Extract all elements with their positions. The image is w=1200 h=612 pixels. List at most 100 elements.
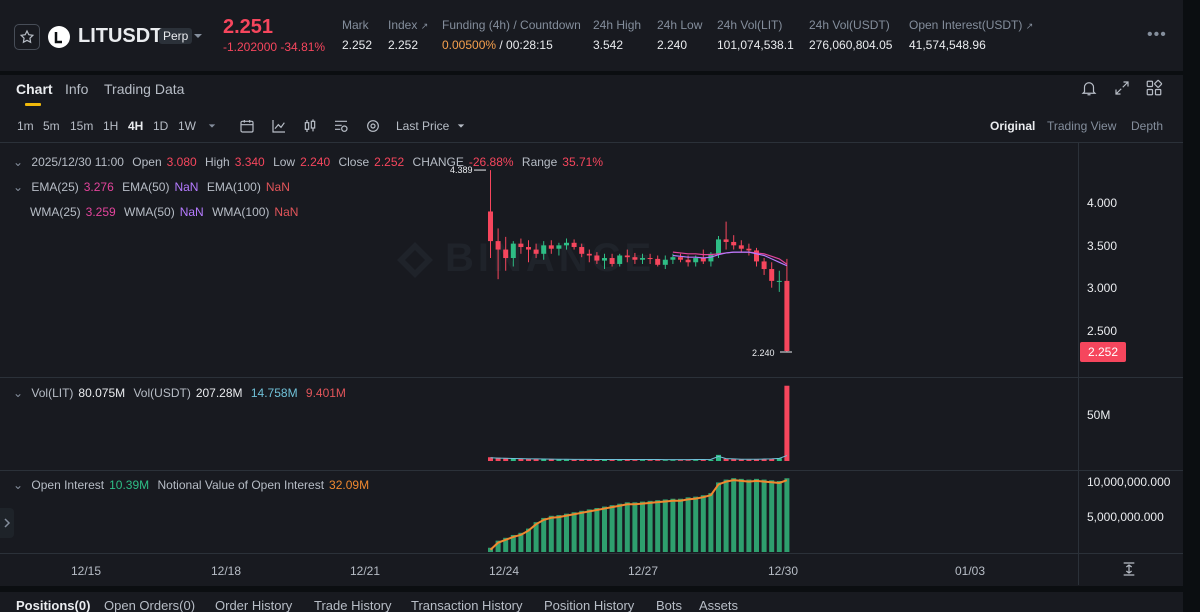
interval-1d[interactable]: 1D	[153, 119, 168, 133]
tab-bots[interactable]: Bots	[656, 598, 682, 612]
symbol-name[interactable]: LITUSDT	[78, 25, 162, 48]
open-interest-bar	[586, 509, 592, 552]
interval-1h[interactable]: 1H	[103, 119, 118, 133]
open-interest-bar	[769, 480, 775, 552]
interval-15m[interactable]: 15m	[70, 119, 93, 133]
candle-body	[693, 258, 699, 263]
tab-position-history[interactable]: Position History	[544, 598, 634, 612]
tab-trade-history[interactable]: Trade History	[314, 598, 392, 612]
tab-chart[interactable]: Chart	[16, 81, 53, 97]
interval-1m[interactable]: 1m	[17, 119, 34, 133]
time-axis-label: 12/15	[71, 564, 102, 578]
stat-value: 2.240	[657, 38, 688, 52]
high-marker-label: 4.389	[450, 165, 473, 175]
token-logo-icon	[48, 26, 70, 48]
collapse-chevron-icon: ⌄	[13, 478, 24, 492]
open-interest-bar	[708, 493, 714, 552]
wma-legend[interactable]: WMA(25) 3.259 WMA(50) NaN WMA(100) NaN	[30, 205, 303, 219]
volume-bar	[609, 460, 615, 461]
candle-body	[716, 239, 721, 254]
open-interest-bar	[670, 498, 676, 552]
candle-body	[556, 245, 562, 249]
bell-icon[interactable]	[1080, 79, 1098, 97]
collapse-chevron-icon: ⌄	[13, 180, 24, 194]
view-depth[interactable]: Depth	[1131, 119, 1163, 133]
view-trading-view[interactable]: Trading View	[1047, 119, 1116, 133]
side-collapse-handle[interactable]	[0, 508, 14, 538]
volume-bar	[548, 459, 554, 461]
legend-low: 2.240	[300, 155, 331, 169]
open-interest-bar	[632, 502, 638, 552]
tab-trading-data[interactable]: Trading Data	[104, 81, 184, 97]
tab-info[interactable]: Info	[65, 81, 88, 97]
open-interest-bar	[685, 497, 691, 552]
candlestick-icon[interactable]	[302, 118, 318, 134]
stat-label: 24h Low	[657, 18, 703, 32]
expand-icon[interactable]	[1113, 79, 1131, 97]
wma50-value: NaN	[179, 205, 204, 219]
candle-body	[609, 258, 615, 264]
settings-icon[interactable]	[365, 118, 381, 134]
stat-label: Mark	[342, 18, 369, 32]
volume-bar	[624, 460, 630, 461]
stat-open-interest[interactable]: Open Interest(USDT) ↗ 41,574,548.96	[909, 18, 1033, 52]
candle-body	[784, 280, 790, 351]
open-interest-legend[interactable]: ⌄ Open Interest 10.39M Notional Value of …	[13, 478, 374, 492]
price-type-select[interactable]: Last Price	[396, 119, 465, 133]
interval-dropdown-icon[interactable]	[208, 119, 216, 133]
line-chart-icon[interactable]	[271, 118, 287, 134]
candle-body	[495, 241, 501, 250]
ema50-value: NaN	[174, 180, 199, 194]
volume-legend[interactable]: ⌄ Vol(LIT) 80.075M Vol(USDT) 207.28M 14.75…	[13, 386, 351, 400]
time-axis-label: 12/30	[768, 564, 799, 578]
legend-label: Close	[338, 155, 370, 169]
contract-type-badge: Perp	[159, 28, 193, 44]
indicator-settings-icon[interactable]	[333, 118, 349, 134]
vol-usdt-value: 207.28M	[195, 386, 243, 400]
ema25-value: 3.276	[83, 180, 114, 194]
fit-content-icon[interactable]	[1121, 561, 1137, 582]
volume-bar	[602, 459, 607, 461]
tab-positions[interactable]: Positions(0)	[16, 598, 90, 612]
interval-1w[interactable]: 1W	[178, 119, 196, 133]
tab-transaction-history[interactable]: Transaction History	[411, 598, 523, 612]
legend-close: 2.252	[374, 155, 405, 169]
stat-label: 24h High	[593, 18, 642, 32]
view-original[interactable]: Original	[990, 119, 1035, 133]
symbol-dropdown-caret-icon[interactable]	[193, 28, 203, 46]
legend-label: Vol(USDT)	[133, 386, 191, 400]
volume-bar	[754, 459, 759, 461]
calendar-icon[interactable]	[239, 118, 255, 134]
legend-label: WMA(100)	[212, 205, 270, 219]
price-axis-label: 3.500	[1087, 239, 1118, 253]
legend-label: Range	[521, 155, 558, 169]
volume-bar	[571, 459, 577, 461]
tab-assets[interactable]: Assets	[699, 598, 738, 612]
favorite-star-icon[interactable]	[14, 24, 40, 50]
volume-bar	[746, 459, 752, 461]
candle-body	[754, 250, 759, 262]
legend-label: High	[205, 155, 230, 169]
wma25-value: 3.259	[85, 205, 116, 219]
volume-bar	[738, 459, 744, 461]
candle-body	[761, 261, 767, 270]
ema-legend[interactable]: ⌄ EMA(25) 3.276 EMA(50) NaN EMA(100) NaN	[13, 180, 295, 194]
stat-value: 41,574,548.96	[909, 38, 986, 52]
vol-ma2-value: 9.401M	[305, 386, 346, 400]
stat-value: 2.252	[388, 38, 419, 52]
oi-axis-label: 10,000,000.000	[1087, 475, 1171, 489]
layout-grid-icon[interactable]	[1145, 79, 1163, 97]
open-interest-bar	[548, 515, 554, 552]
open-interest-bar	[541, 517, 547, 552]
ema100-value: NaN	[265, 180, 290, 194]
interval-5m[interactable]: 5m	[43, 119, 60, 133]
candle-body	[564, 242, 569, 246]
more-options-icon[interactable]: •••	[1147, 26, 1167, 44]
candle-body	[723, 239, 729, 242]
tab-open-orders[interactable]: Open Orders(0)	[104, 598, 195, 612]
candle-body	[685, 259, 691, 263]
volume-bar	[586, 459, 592, 461]
interval-4h[interactable]: 4H	[128, 119, 143, 133]
tab-order-history[interactable]: Order History	[215, 598, 292, 612]
stat-index[interactable]: Index ↗ 2.252	[388, 18, 428, 52]
